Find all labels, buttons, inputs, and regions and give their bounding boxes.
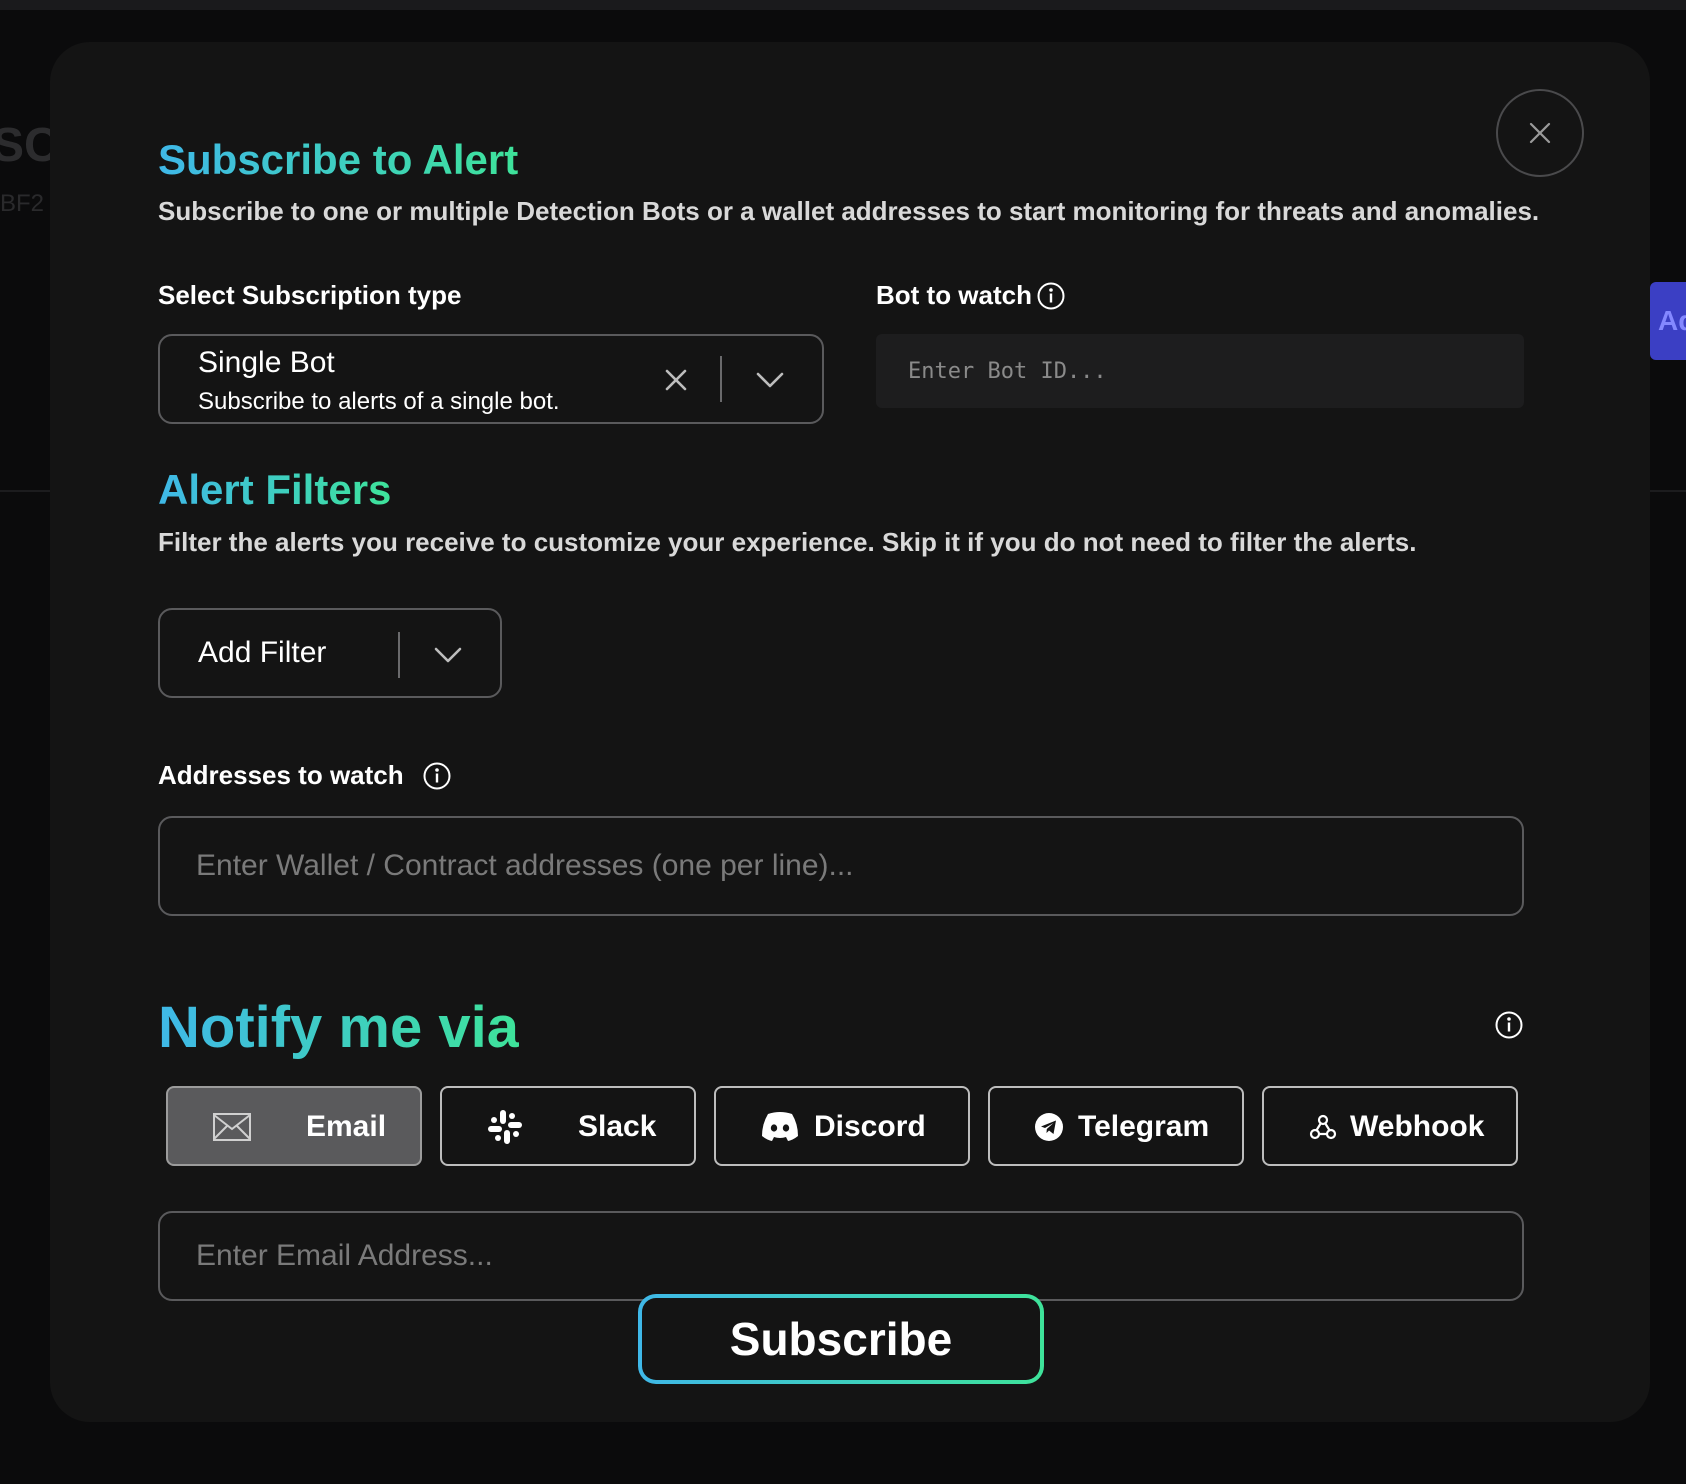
clear-icon xyxy=(665,369,687,391)
discord-icon xyxy=(760,1110,800,1142)
addresses-to-watch-label: Addresses to watch xyxy=(158,760,404,790)
info-icon[interactable] xyxy=(1494,1010,1524,1040)
webhook-icon xyxy=(1308,1112,1338,1142)
bot-to-watch-label-row: Bot to watch xyxy=(876,280,1066,311)
chevron-down-icon xyxy=(434,647,462,663)
subscription-type-label: Select Subscription type xyxy=(158,280,462,310)
channel-label: Telegram xyxy=(1078,1110,1210,1143)
modal-description: Subscribe to one or multiple Detection B… xyxy=(158,196,1540,226)
selected-type-title: Single Bot xyxy=(198,346,335,379)
slack-icon xyxy=(486,1108,524,1146)
mail-icon xyxy=(212,1112,252,1142)
alert-filters-title: Alert Filters xyxy=(158,466,392,513)
subscribe-button[interactable]: Subscribe xyxy=(638,1294,1044,1384)
channel-label: Discord xyxy=(814,1110,926,1143)
channel-webhook-button[interactable]: Webhook xyxy=(1262,1086,1518,1166)
selected-type-description: Subscribe to alerts of a single bot. xyxy=(198,388,560,415)
subscribe-button-label: Subscribe xyxy=(642,1298,1040,1380)
notification-channels: Email Slack Discord Telegram Webhook xyxy=(166,1086,1518,1166)
channel-telegram-button[interactable]: Telegram xyxy=(988,1086,1244,1166)
channel-discord-button[interactable]: Discord xyxy=(714,1086,970,1166)
close-icon xyxy=(1529,122,1551,144)
alert-filters-description: Filter the alerts you receive to customi… xyxy=(158,527,1417,557)
email-input[interactable] xyxy=(158,1211,1524,1301)
clear-selection-button[interactable] xyxy=(658,362,694,398)
top-bar xyxy=(0,0,1686,10)
close-button[interactable] xyxy=(1496,89,1584,177)
add-filter-label: Add Filter xyxy=(198,636,327,669)
select-separator xyxy=(720,356,722,402)
bot-id-input[interactable] xyxy=(876,334,1524,408)
background-subtitle: BF2 xyxy=(0,190,45,217)
bot-to-watch-label: Bot to watch xyxy=(876,280,1032,310)
add-filter-dropdown-toggle[interactable] xyxy=(430,637,466,673)
add-filter-select[interactable]: Add Filter xyxy=(158,608,502,698)
channel-label: Email xyxy=(306,1110,387,1143)
info-icon[interactable] xyxy=(422,761,452,791)
channel-slack-button[interactable]: Slack xyxy=(440,1086,696,1166)
telegram-icon xyxy=(1034,1112,1064,1142)
subscription-type-select[interactable]: Single Bot Subscribe to alerts of a sing… xyxy=(158,334,824,424)
info-icon[interactable] xyxy=(1036,281,1066,311)
channel-label: Slack xyxy=(578,1110,657,1143)
subscribe-modal: Subscribe to Alert Subscribe to one or m… xyxy=(50,42,1650,1422)
background-add-button: Ad xyxy=(1650,282,1686,360)
addresses-input[interactable] xyxy=(158,816,1524,916)
modal-title: Subscribe to Alert xyxy=(158,136,519,183)
channel-label: Webhook xyxy=(1350,1110,1485,1143)
chevron-down-icon xyxy=(756,372,784,388)
add-filter-separator xyxy=(398,632,400,678)
dropdown-toggle[interactable] xyxy=(752,362,788,398)
addresses-label-row: Addresses to watch xyxy=(158,760,452,791)
notify-title: Notify me via xyxy=(158,995,519,1060)
channel-email-button[interactable]: Email xyxy=(166,1086,422,1166)
